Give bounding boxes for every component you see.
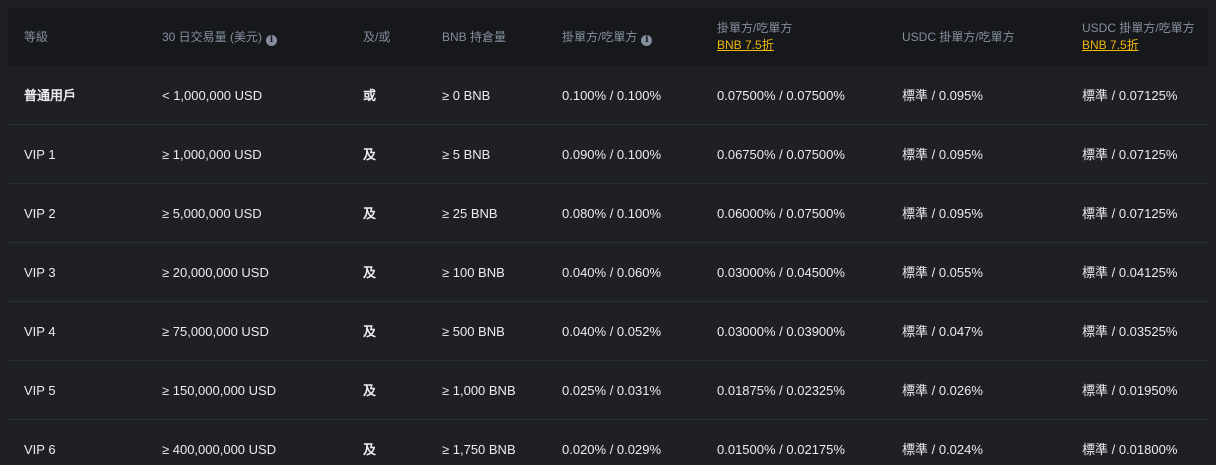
row-fee-bnb: 0.07500% / 0.07500%	[717, 88, 845, 103]
row-usdc-bnb: 標準 / 0.01950%	[1082, 383, 1178, 398]
row-level: VIP 6	[24, 442, 56, 457]
info-icon[interactable]: i	[641, 35, 653, 46]
row-fee-bnb: 0.01875% / 0.02325%	[717, 383, 845, 398]
header-maker-taker-label: 掛單方/吃單方	[562, 30, 638, 44]
row-bnb: ≥ 0 BNB	[442, 88, 491, 103]
row-volume: ≥ 75,000,000 USD	[162, 324, 269, 339]
header-bnb-holding: BNB 持倉量	[442, 30, 507, 44]
row-level: VIP 5	[24, 383, 56, 398]
table-row: VIP 2 ≥ 5,000,000 USD 及 ≥ 25 BNB 0.080% …	[8, 184, 1208, 243]
row-usdc: 標準 / 0.024%	[902, 442, 983, 457]
row-usdc-bnb: 標準 / 0.01800%	[1082, 442, 1178, 457]
row-usdc: 標準 / 0.055%	[902, 265, 983, 280]
header-level: 等級	[24, 30, 49, 44]
header-maker-taker-bnb: 掛單方/吃單方 BNB 7.5折	[717, 20, 792, 54]
row-level: VIP 1	[24, 147, 56, 162]
header-volume: 30 日交易量 (美元) i	[162, 29, 278, 46]
row-fee: 0.020% / 0.029%	[562, 442, 662, 457]
row-fee: 0.090% / 0.100%	[562, 147, 662, 162]
row-volume: ≥ 150,000,000 USD	[162, 383, 277, 398]
header-usdc: USDC 掛單方/吃單方	[902, 30, 1015, 44]
row-volume: ≥ 20,000,000 USD	[162, 265, 269, 280]
row-bnb: ≥ 5 BNB	[442, 147, 491, 162]
row-bnb: ≥ 1,000 BNB	[442, 383, 516, 398]
bnb-discount-link[interactable]: BNB 7.5折	[717, 37, 792, 54]
header-volume-label: 30 日交易量 (美元)	[162, 30, 263, 44]
row-usdc-bnb: 標準 / 0.07125%	[1082, 88, 1178, 103]
row-andor: 及	[363, 442, 377, 457]
table-row: VIP 1 ≥ 1,000,000 USD 及 ≥ 5 BNB 0.090% /…	[8, 125, 1208, 184]
info-icon[interactable]: i	[266, 35, 278, 46]
row-volume: ≥ 5,000,000 USD	[162, 206, 262, 221]
row-level: VIP 4	[24, 324, 56, 339]
row-level: VIP 2	[24, 206, 56, 221]
row-usdc: 標準 / 0.095%	[902, 88, 983, 103]
table-row: VIP 3 ≥ 20,000,000 USD 及 ≥ 100 BNB 0.040…	[8, 243, 1208, 302]
usdc-bnb-discount-link[interactable]: BNB 7.5折	[1082, 37, 1195, 54]
table-row: VIP 4 ≥ 75,000,000 USD 及 ≥ 500 BNB 0.040…	[8, 302, 1208, 361]
row-fee: 0.025% / 0.031%	[562, 383, 662, 398]
row-bnb: ≥ 100 BNB	[442, 265, 505, 280]
table-header: 等級 30 日交易量 (美元) i 及/或 BNB 持倉量 掛單方/吃單方 i 掛單…	[8, 8, 1208, 66]
row-usdc-bnb: 標準 / 0.07125%	[1082, 147, 1178, 162]
row-fee-bnb: 0.06000% / 0.07500%	[717, 206, 845, 221]
row-fee: 0.040% / 0.052%	[562, 324, 662, 339]
row-andor: 及	[363, 147, 377, 162]
row-andor: 及	[363, 265, 377, 280]
row-fee: 0.100% / 0.100%	[562, 88, 662, 103]
row-fee-bnb: 0.01500% / 0.02175%	[717, 442, 845, 457]
row-andor: 及	[363, 206, 377, 221]
row-usdc: 標準 / 0.047%	[902, 324, 983, 339]
header-usdc-bnb: USDC 掛單方/吃單方 BNB 7.5折	[1082, 20, 1195, 54]
row-bnb: ≥ 25 BNB	[442, 206, 498, 221]
row-andor: 或	[363, 88, 377, 103]
row-fee-bnb: 0.03000% / 0.03900%	[717, 324, 845, 339]
header-usdc-bnb-label: USDC 掛單方/吃單方	[1082, 21, 1195, 35]
row-level: VIP 3	[24, 265, 56, 280]
row-andor: 及	[363, 324, 377, 339]
header-andor: 及/或	[363, 30, 391, 44]
header-maker-taker: 掛單方/吃單方 i	[562, 29, 653, 46]
row-bnb: ≥ 1,750 BNB	[442, 442, 516, 457]
fee-table: 等級 30 日交易量 (美元) i 及/或 BNB 持倉量 掛單方/吃單方 i 掛單…	[8, 8, 1208, 465]
row-volume: ≥ 400,000,000 USD	[162, 442, 277, 457]
row-usdc-bnb: 標準 / 0.07125%	[1082, 206, 1178, 221]
row-fee-bnb: 0.03000% / 0.04500%	[717, 265, 845, 280]
row-volume: ≥ 1,000,000 USD	[162, 147, 262, 162]
header-maker-taker-bnb-label: 掛單方/吃單方	[717, 21, 793, 35]
row-fee-bnb: 0.06750% / 0.07500%	[717, 147, 845, 162]
table-row: VIP 6 ≥ 400,000,000 USD 及 ≥ 1,750 BNB 0.…	[8, 420, 1208, 465]
row-usdc: 標準 / 0.095%	[902, 206, 983, 221]
row-bnb: ≥ 500 BNB	[442, 324, 505, 339]
row-fee: 0.080% / 0.100%	[562, 206, 662, 221]
row-andor: 及	[363, 383, 377, 398]
table-row: VIP 5 ≥ 150,000,000 USD 及 ≥ 1,000 BNB 0.…	[8, 361, 1208, 420]
row-level: 普通用戶	[24, 88, 77, 103]
row-usdc: 標準 / 0.026%	[902, 383, 983, 398]
row-volume: < 1,000,000 USD	[162, 88, 263, 103]
row-usdc: 標準 / 0.095%	[902, 147, 983, 162]
row-usdc-bnb: 標準 / 0.03525%	[1082, 324, 1178, 339]
row-usdc-bnb: 標準 / 0.04125%	[1082, 265, 1178, 280]
row-fee: 0.040% / 0.060%	[562, 265, 662, 280]
table-row: 普通用戶 < 1,000,000 USD 或 ≥ 0 BNB 0.100% / …	[8, 66, 1208, 125]
